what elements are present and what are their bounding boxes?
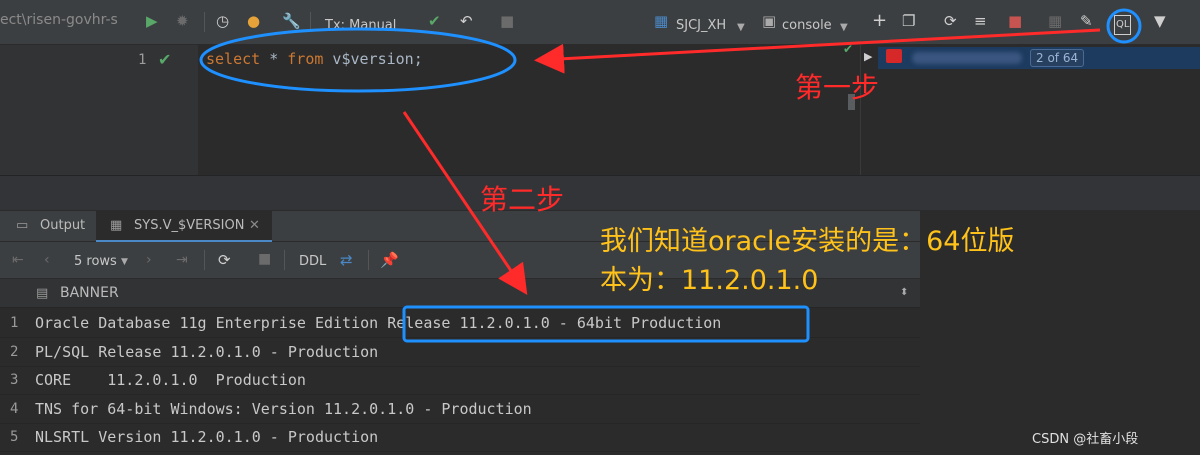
annotation-note-line2: 本为：11.2.0.1.0 <box>600 265 819 296</box>
highlight-rect <box>402 305 810 343</box>
arrow-step1 <box>534 28 1101 74</box>
annotation-step2: 第二步 <box>480 183 565 216</box>
watermark: CSDN @社畜小段 <box>1032 432 1139 447</box>
annotation-note-line1: 我们知道oracle安装的是：64位版 <box>600 226 1015 257</box>
highlight-circle <box>1106 8 1142 44</box>
highlight-ellipse <box>199 27 517 93</box>
annotation-step1: 第一步 <box>795 71 880 104</box>
